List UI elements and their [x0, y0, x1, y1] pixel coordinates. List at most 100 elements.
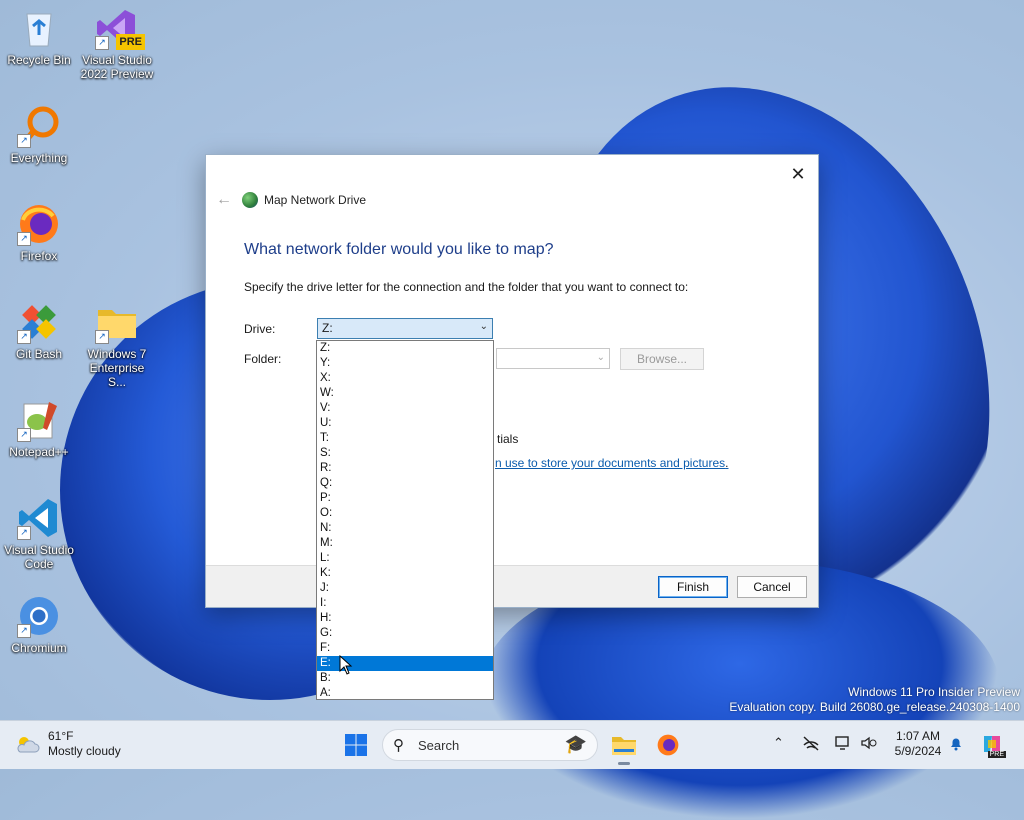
- search-placeholder: Search: [418, 738, 460, 753]
- drive-option[interactable]: M:: [317, 536, 493, 551]
- folder-label: Folder:: [244, 352, 282, 366]
- desktop-icon-label: Chromium: [11, 641, 67, 655]
- desktop-icon-recycle-bin[interactable]: Recycle Bin: [1, 6, 77, 67]
- notepad-plus-plus-icon: ↗: [17, 398, 61, 442]
- close-icon: ✕: [790, 164, 806, 184]
- copilot-icon[interactable]: PRE: [980, 732, 1006, 758]
- map-network-drive-dialog: ✕ ← Map Network Drive What network folde…: [205, 154, 819, 608]
- folder-input[interactable]: ⌄: [496, 348, 610, 369]
- desktop-icon-windows7-folder[interactable]: ↗ Windows 7 Enterprise S...: [79, 300, 155, 389]
- vscode-icon: ↗: [17, 496, 61, 540]
- notifications-bell-icon[interactable]: [948, 735, 964, 754]
- network-drive-icon: [242, 192, 258, 208]
- taskbar-firefox[interactable]: [652, 729, 684, 761]
- drive-option[interactable]: O:: [317, 506, 493, 521]
- drive-option[interactable]: K:: [317, 566, 493, 581]
- drive-option[interactable]: U:: [317, 416, 493, 431]
- desktop-icon-chromium[interactable]: ↗ Chromium: [1, 594, 77, 655]
- drive-option[interactable]: X:: [317, 371, 493, 386]
- taskbar-file-explorer[interactable]: [608, 729, 640, 765]
- taskbar-search[interactable]: ⚲ Search 🎓: [382, 729, 598, 761]
- drive-option[interactable]: V:: [317, 401, 493, 416]
- shortcut-arrow-icon: ↗: [17, 428, 31, 442]
- dialog-heading: What network folder would you like to ma…: [244, 241, 554, 258]
- desktop-icon-everything[interactable]: ↗ Everything: [1, 104, 77, 165]
- weather-description: Mostly cloudy: [48, 744, 121, 758]
- display-icon[interactable]: [834, 735, 852, 754]
- show-hidden-icons-button[interactable]: ⌃: [773, 735, 784, 751]
- drive-option[interactable]: P:: [317, 491, 493, 506]
- drive-option[interactable]: Z:: [317, 341, 493, 356]
- dialog-title-bar: Map Network Drive: [242, 192, 366, 208]
- network-disconnected-icon[interactable]: [802, 735, 820, 754]
- volume-muted-icon[interactable]: [860, 735, 878, 754]
- drive-dropdown-list[interactable]: Z: Y: X: W: V: U: T: S: R: Q: P: O: N: M: L: K: J: I: H: G:…: [316, 340, 494, 700]
- drive-option[interactable]: Q:: [317, 476, 493, 491]
- search-icon: ⚲: [393, 737, 404, 754]
- storage-link-period: .: [725, 456, 729, 470]
- folder-icon: [612, 737, 636, 755]
- chevron-down-icon: ⌄: [479, 321, 488, 332]
- drive-select-value: Z:: [322, 321, 333, 335]
- storage-link-text: n use to store your documents and pictur…: [495, 456, 726, 470]
- drive-option[interactable]: Y:: [317, 356, 493, 371]
- start-button[interactable]: [340, 729, 372, 761]
- desktop-icon-label: Visual Studio 2022 Preview: [80, 53, 154, 81]
- preview-badge: PRE: [116, 34, 145, 50]
- drive-option[interactable]: H:: [317, 611, 493, 626]
- chromium-icon: ↗: [17, 594, 61, 638]
- desktop-icon-git-bash[interactable]: ↗ Git Bash: [1, 300, 77, 361]
- drive-option[interactable]: A:: [317, 686, 493, 701]
- back-arrow-icon: ←: [216, 191, 232, 208]
- drive-option[interactable]: W:: [317, 386, 493, 401]
- visual-studio-icon: PRE ↗: [95, 6, 145, 50]
- recycle-bin-icon: [17, 6, 61, 50]
- watermark-line2: Evaluation copy. Build 26080.ge_release.…: [729, 700, 1020, 714]
- copilot-preview-badge: PRE: [987, 751, 1006, 758]
- taskbar: 61°F Mostly cloudy ⚲ Search 🎓 ⌃ 1:07 AM …: [0, 720, 1024, 769]
- desktop-icon-visual-studio[interactable]: PRE ↗ Visual Studio 2022 Preview: [79, 6, 155, 81]
- system-clock[interactable]: 1:07 AM 5/9/2024: [888, 729, 948, 759]
- shortcut-arrow-icon: ↗: [95, 36, 109, 50]
- drive-option[interactable]: T:: [317, 431, 493, 446]
- shortcut-arrow-icon: ↗: [17, 330, 31, 344]
- firefox-icon: [657, 734, 679, 756]
- firefox-icon: ↗: [17, 202, 61, 246]
- back-button[interactable]: ←: [214, 191, 234, 211]
- browse-button[interactable]: Browse...: [620, 348, 704, 370]
- drive-option[interactable]: S:: [317, 446, 493, 461]
- drive-option[interactable]: N:: [317, 521, 493, 536]
- windows-logo-icon: [345, 734, 367, 756]
- desktop-icon-notepad-plus-plus[interactable]: ↗ Notepad++: [1, 398, 77, 459]
- cancel-button[interactable]: Cancel: [737, 576, 807, 598]
- evaluation-watermark: Windows 11 Pro Insider Preview Evaluatio…: [729, 685, 1020, 715]
- shortcut-arrow-icon: ↗: [17, 624, 31, 638]
- folder-icon: ↗: [95, 300, 139, 344]
- dialog-instruction: Specify the drive letter for the connect…: [244, 280, 689, 294]
- drive-option[interactable]: G:: [317, 626, 493, 641]
- drive-option[interactable]: F:: [317, 641, 493, 656]
- desktop-icon-label: Recycle Bin: [7, 53, 71, 67]
- desktop-icon-label: Windows 7 Enterprise S...: [87, 347, 147, 389]
- watermark-line1: Windows 11 Pro Insider Preview: [848, 685, 1020, 699]
- drive-option[interactable]: I:: [317, 596, 493, 611]
- finish-button[interactable]: Finish: [658, 576, 728, 598]
- drive-select[interactable]: Z: ⌄: [317, 318, 493, 339]
- shortcut-arrow-icon: ↗: [95, 330, 109, 344]
- drive-option[interactable]: L:: [317, 551, 493, 566]
- storage-link[interactable]: n use to store your documents and pictur…: [495, 456, 728, 470]
- desktop-icon-label: Git Bash: [15, 347, 63, 361]
- weather-widget[interactable]: 61°F Mostly cloudy: [14, 729, 121, 759]
- cloudy-weather-icon: [14, 734, 40, 754]
- close-button[interactable]: ✕: [784, 161, 812, 189]
- desktop-icon-vscode[interactable]: ↗ Visual Studio Code: [1, 496, 77, 571]
- drive-option[interactable]: J:: [317, 581, 493, 596]
- drive-option[interactable]: R:: [317, 461, 493, 476]
- shortcut-arrow-icon: ↗: [17, 134, 31, 148]
- clock-date: 5/9/2024: [894, 744, 942, 758]
- everything-search-icon: ↗: [17, 104, 61, 148]
- shortcut-arrow-icon: ↗: [17, 232, 31, 246]
- git-bash-icon: ↗: [17, 300, 61, 344]
- desktop-icon-firefox[interactable]: ↗ Firefox: [1, 202, 77, 263]
- desktop-icon-label: Firefox: [20, 249, 58, 263]
